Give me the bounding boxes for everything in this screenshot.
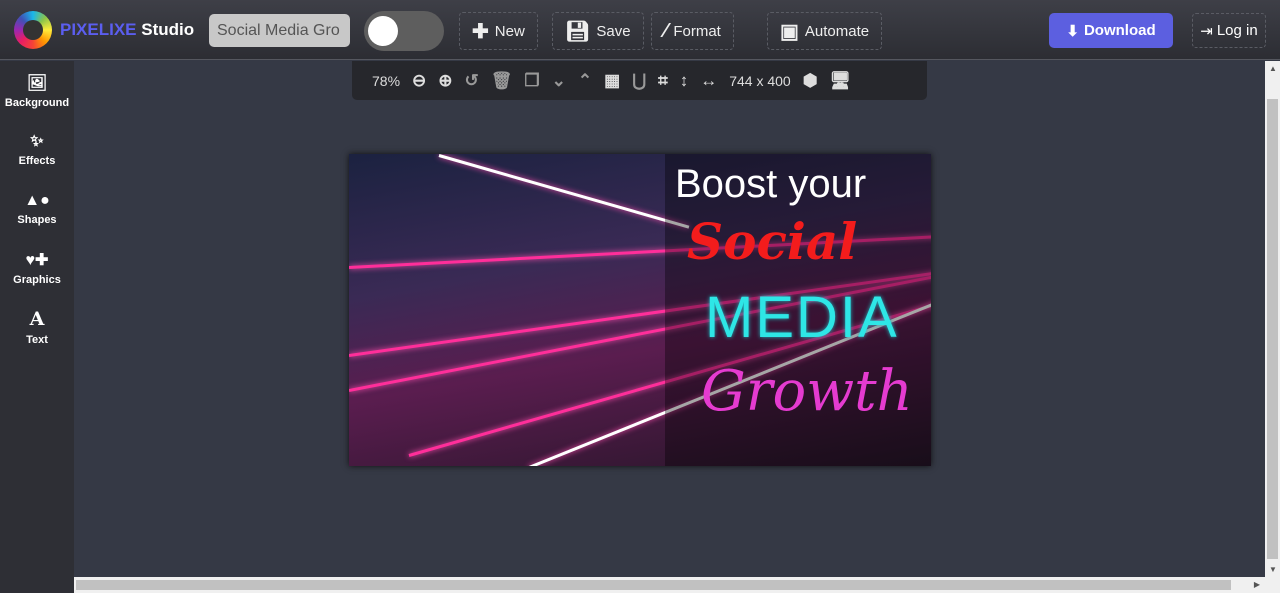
horizontal-scrollbar[interactable]: ▶ bbox=[74, 577, 1280, 593]
send-backward-icon[interactable]: ⌄ bbox=[552, 71, 566, 91]
image-icon: 🖼︎ bbox=[26, 74, 48, 92]
sidebar-item-text[interactable]: A Text bbox=[0, 297, 74, 356]
robot-icon: ▣ bbox=[780, 20, 799, 43]
headline-line4[interactable]: Growth bbox=[701, 359, 913, 424]
shapes-icon: ▲● bbox=[24, 191, 50, 209]
canvas-size: 744 x 400 bbox=[729, 72, 791, 89]
graphics-icon: ♥✚ bbox=[25, 251, 49, 269]
headline-line3[interactable]: MEDIA bbox=[705, 284, 899, 351]
download-button[interactable]: ⬇ Download bbox=[1049, 13, 1173, 48]
sidebar-item-effects[interactable]: ✨︎ Effects bbox=[0, 120, 74, 179]
magnet-icon[interactable]: ⋃ bbox=[632, 71, 646, 91]
magic-wand-icon: ⁄ bbox=[664, 19, 668, 42]
sidebar: 🖼︎ Background ✨︎ Effects ▲● Shapes ♥✚ Graphi… bbox=[0, 61, 74, 593]
design-title-input[interactable] bbox=[209, 14, 350, 47]
plus-icon: ✚ bbox=[472, 20, 489, 43]
cube-icon[interactable]: ⬢ bbox=[803, 71, 818, 91]
vertical-scrollbar[interactable]: ▲ ▼ bbox=[1265, 61, 1280, 577]
design-canvas[interactable]: Boost your Social MEDIA Growth bbox=[349, 154, 931, 466]
grid-icon[interactable]: ▦ bbox=[604, 71, 620, 91]
bring-forward-icon[interactable]: ⌃ bbox=[578, 71, 592, 91]
duplicate-icon[interactable]: ❐ bbox=[524, 71, 539, 91]
scroll-thumb[interactable] bbox=[76, 580, 1231, 590]
headline-line1[interactable]: Boost your bbox=[675, 162, 866, 207]
sign-in-icon: ⇥ bbox=[1200, 22, 1213, 40]
resize-horizontal-icon[interactable]: ↔ bbox=[700, 71, 717, 91]
zoom-out-icon[interactable]: ⊖ bbox=[412, 71, 426, 91]
scroll-thumb[interactable] bbox=[1267, 99, 1278, 559]
light-trail bbox=[438, 154, 690, 229]
sidebar-item-graphics[interactable]: ♥✚ Graphics bbox=[0, 238, 74, 297]
floppy-icon: 💾︎ bbox=[565, 20, 591, 43]
scroll-down-icon[interactable]: ▼ bbox=[1269, 565, 1277, 574]
scroll-right-icon[interactable]: ▶ bbox=[1254, 580, 1260, 589]
new-button[interactable]: ✚ New bbox=[459, 12, 538, 50]
magic-wand-icon: ✨︎ bbox=[30, 132, 44, 150]
resize-vertical-icon[interactable]: ↕ bbox=[680, 71, 689, 91]
crop-icon[interactable]: ⌗ bbox=[658, 71, 668, 91]
top-bar: PIXELIXE Studio ✚New 💾︎Save ⁄Format ▣Aut… bbox=[0, 0, 1280, 60]
scroll-up-icon[interactable]: ▲ bbox=[1269, 64, 1277, 73]
text-icon: A bbox=[29, 307, 45, 330]
sidebar-item-shapes[interactable]: ▲● Shapes bbox=[0, 179, 74, 238]
canvas-toolbar: 78% ⊖ ⊕ ↺ 🗑︎ ❐ ⌄ ⌃ ▦ ⋃ ⌗ ↕ ↔ 744 x 400 ⬢… bbox=[352, 61, 927, 100]
save-button[interactable]: 💾︎ Save bbox=[552, 12, 644, 50]
mode-toggle[interactable] bbox=[364, 11, 444, 51]
desktop-icon[interactable]: 🖥︎ bbox=[830, 71, 852, 91]
trash-icon[interactable]: 🗑︎ bbox=[491, 71, 513, 91]
sidebar-item-background[interactable]: 🖼︎ Background bbox=[0, 61, 74, 120]
format-button[interactable]: ⁄ Format bbox=[651, 12, 734, 50]
logo bbox=[14, 11, 52, 49]
automate-button[interactable]: ▣ Automate bbox=[767, 12, 883, 50]
zoom-level: 78% bbox=[372, 72, 401, 89]
zoom-in-icon[interactable]: ⊕ bbox=[438, 71, 452, 91]
brand: PIXELIXE Studio bbox=[60, 20, 195, 39]
login-button[interactable]: ⇥ Log in bbox=[1192, 13, 1266, 48]
headline-line2[interactable]: Social bbox=[687, 212, 857, 271]
undo-icon[interactable]: ↺ bbox=[465, 71, 479, 91]
download-icon: ⬇ bbox=[1066, 22, 1079, 40]
